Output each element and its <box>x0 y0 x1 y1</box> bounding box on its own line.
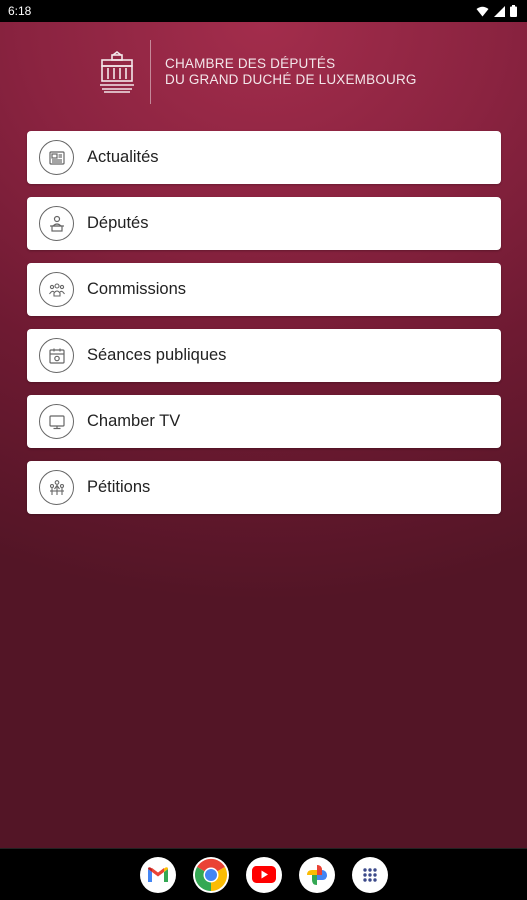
petition-people-icon <box>39 470 74 505</box>
menu-label-chamber-tv: Chamber TV <box>87 412 181 430</box>
chrome-icon[interactable] <box>192 856 229 893</box>
menu-item-petitions[interactable]: Pétitions <box>27 461 501 514</box>
header-title-line1: CHAMBRE DES DÉPUTÉS <box>165 56 336 71</box>
menu-item-actualites[interactable]: Actualités <box>27 131 501 184</box>
menu-item-seances-publiques[interactable]: Séances publiques <box>27 329 501 382</box>
header-title: CHAMBRE DES DÉPUTÉS DU GRAND DUCHÉ DE LU… <box>165 56 417 88</box>
photos-icon[interactable] <box>298 856 335 893</box>
menu-label-commissions: Commissions <box>87 280 187 298</box>
wifi-icon <box>476 6 489 16</box>
calendar-session-icon <box>39 338 74 373</box>
menu-label-seances-publiques: Séances publiques <box>87 346 227 364</box>
gmail-icon[interactable] <box>139 856 176 893</box>
deputy-speaker-icon <box>39 206 74 241</box>
app-screen: CHAMBRE DES DÉPUTÉS DU GRAND DUCHÉ DE LU… <box>0 22 527 848</box>
navigation-dock <box>0 848 527 900</box>
newspaper-icon <box>39 140 74 175</box>
status-time: 6:18 <box>8 4 32 18</box>
menu-item-chamber-tv[interactable]: Chamber TV <box>27 395 501 448</box>
menu-label-actualites: Actualités <box>87 148 159 166</box>
tv-monitor-icon <box>39 404 74 439</box>
battery-icon <box>510 5 517 17</box>
menu-label-deputes: Députés <box>87 214 149 232</box>
header-divider <box>150 40 151 104</box>
group-people-icon <box>39 272 74 307</box>
youtube-icon[interactable] <box>245 856 282 893</box>
menu-item-commissions[interactable]: Commissions <box>27 263 501 316</box>
status-bar: 6:18 <box>0 0 527 22</box>
signal-icon <box>494 5 505 17</box>
menu-label-petitions: Pétitions <box>87 478 151 496</box>
header-title-line2: DU GRAND DUCHÉ DE LUXEMBOURG <box>165 72 417 87</box>
app-drawer-icon[interactable] <box>351 856 388 893</box>
main-menu: Actualités Députés Commissions Séances p… <box>27 131 501 527</box>
app-header: CHAMBRE DES DÉPUTÉS DU GRAND DUCHÉ DE LU… <box>100 39 417 105</box>
chamber-building-logo <box>100 51 134 93</box>
menu-item-deputes[interactable]: Députés <box>27 197 501 250</box>
status-icons <box>476 5 517 17</box>
